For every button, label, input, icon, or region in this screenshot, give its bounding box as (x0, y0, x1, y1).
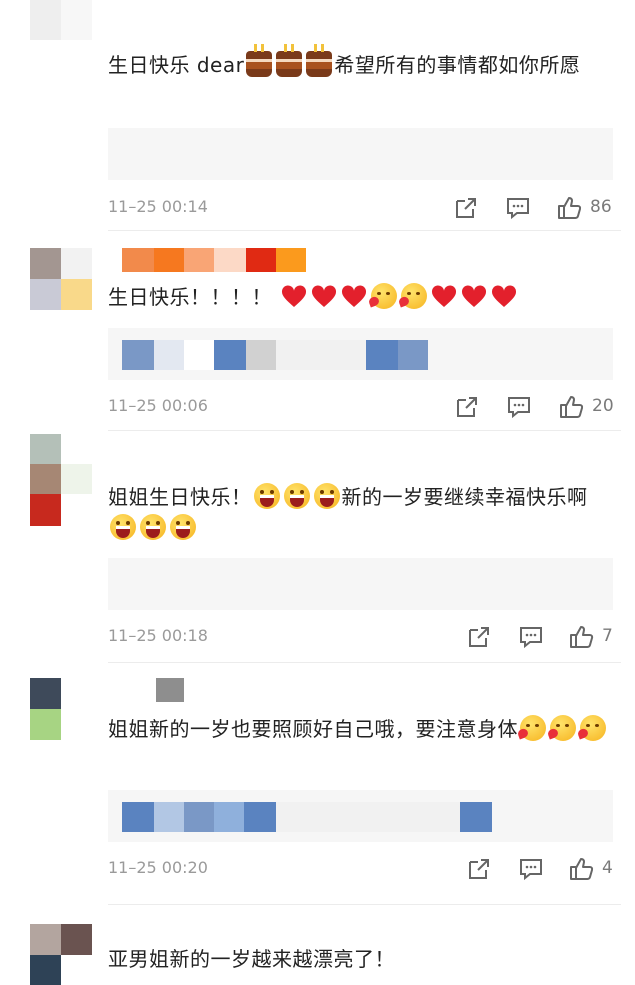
divider (108, 230, 621, 231)
quoted-reply[interactable] (108, 128, 613, 180)
like-count: 86 (590, 197, 612, 217)
heart-emoji (461, 285, 487, 309)
share-icon[interactable] (453, 195, 479, 221)
username-redacted[interactable] (122, 248, 306, 272)
quoted-reply[interactable] (108, 558, 613, 610)
like-count: 4 (602, 858, 613, 878)
like-count: 20 (592, 396, 614, 416)
thumbs-up-icon[interactable] (556, 195, 582, 221)
thumbs-up-icon[interactable] (558, 394, 584, 420)
grin-emoji (170, 514, 196, 540)
cake-emoji (306, 44, 333, 77)
comment-text: 生日快乐 dear 希望所有的事情都如你所愿 (108, 44, 581, 77)
quoted-reply[interactable] (108, 328, 613, 380)
avatar[interactable] (30, 0, 92, 40)
grin-emoji (283, 483, 310, 509)
comment-item: 生日快乐！！！！ 11–25 00:06 20 (0, 232, 635, 432)
comment-meta: 11–25 00:18 7 (108, 624, 615, 650)
comment-item: 姐姐生日快乐！ 新的一岁要继续幸福快乐啊 11–25 00:18 7 (0, 432, 635, 672)
grin-emoji (253, 483, 280, 509)
kiss-emoji (520, 715, 546, 741)
comment-text: 生日快乐！！！！ (108, 282, 615, 313)
comment-icon[interactable] (518, 624, 544, 650)
comment-item: 生日快乐 dear 希望所有的事情都如你所愿 11–25 00:14 86 (0, 0, 635, 232)
avatar[interactable] (30, 248, 92, 310)
divider (108, 662, 621, 663)
comment-icon[interactable] (505, 195, 531, 221)
heart-emoji (431, 285, 457, 309)
heart-emoji (281, 285, 307, 309)
timestamp: 11–25 00:18 (108, 626, 208, 645)
heart-emoji (311, 285, 337, 309)
like-count: 7 (602, 626, 613, 646)
comment-text: 姐姐新的一岁也要照顾好自己哦，要注意身体 (108, 714, 615, 745)
comment-meta: 11–25 00:06 20 (108, 394, 615, 420)
kiss-emoji (370, 283, 397, 309)
avatar[interactable] (30, 678, 92, 740)
heart-emoji (341, 285, 367, 309)
timestamp: 11–25 00:20 (108, 858, 208, 877)
cake-emoji (276, 44, 303, 77)
comment-icon[interactable] (506, 394, 532, 420)
kiss-emoji (400, 283, 427, 309)
heart-emoji (491, 285, 517, 309)
timestamp: 11–25 00:14 (108, 197, 208, 216)
comment-text: 姐姐生日快乐！ 新的一岁要继续幸福快乐啊 (108, 482, 615, 544)
share-icon[interactable] (466, 856, 492, 882)
comment-item: 亚男姐新的一岁越来越漂亮了！ (0, 908, 635, 985)
grin-emoji (313, 483, 340, 509)
username-redacted[interactable] (156, 678, 184, 702)
share-icon[interactable] (466, 624, 492, 650)
timestamp: 11–25 00:06 (108, 396, 208, 415)
grin-emoji (140, 514, 166, 540)
kiss-emoji (550, 715, 576, 741)
quoted-reply[interactable] (108, 790, 613, 842)
thumbs-up-icon[interactable] (568, 856, 594, 882)
comment-text: 亚男姐新的一岁越来越漂亮了！ (108, 947, 395, 971)
comment-item: 姐姐新的一岁也要照顾好自己哦，要注意身体 11–25 00:20 4 (0, 672, 635, 908)
comment-meta: 11–25 00:14 86 (108, 195, 615, 221)
share-icon[interactable] (454, 394, 480, 420)
comment-icon[interactable] (518, 856, 544, 882)
comment-meta: 11–25 00:20 4 (108, 856, 615, 882)
divider (108, 904, 621, 905)
cake-emoji (246, 44, 273, 77)
avatar[interactable] (30, 924, 92, 985)
kiss-emoji (580, 715, 606, 741)
avatar[interactable] (30, 434, 92, 526)
thumbs-up-icon[interactable] (568, 624, 594, 650)
divider (108, 430, 621, 431)
grin-emoji (110, 514, 136, 540)
